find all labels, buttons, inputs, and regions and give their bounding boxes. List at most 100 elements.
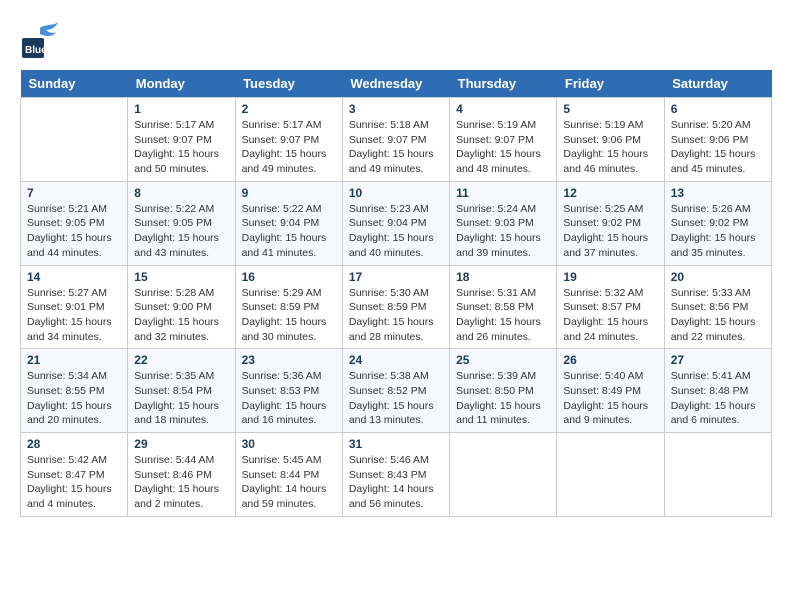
day-info: Sunrise: 5:41 AM Sunset: 8:48 PM Dayligh… [671,369,765,428]
day-info: Sunrise: 5:39 AM Sunset: 8:50 PM Dayligh… [456,369,550,428]
day-of-week-header: Friday [557,70,664,98]
day-info: Sunrise: 5:44 AM Sunset: 8:46 PM Dayligh… [134,453,228,512]
day-number: 25 [456,353,550,367]
day-number: 13 [671,186,765,200]
calendar-cell: 21 Sunrise: 5:34 AM Sunset: 8:55 PM Dayli… [21,349,128,433]
day-number: 23 [242,353,336,367]
calendar-cell: 7 Sunrise: 5:21 AM Sunset: 9:05 PM Daylig… [21,181,128,265]
calendar-cell: 26 Sunrise: 5:40 AM Sunset: 8:49 PM Dayli… [557,349,664,433]
day-number: 6 [671,102,765,116]
calendar-header-row: SundayMondayTuesdayWednesdayThursdayFrid… [21,70,772,98]
day-info: Sunrise: 5:24 AM Sunset: 9:03 PM Dayligh… [456,202,550,261]
day-number: 5 [563,102,657,116]
calendar-cell [21,98,128,182]
calendar-cell: 10 Sunrise: 5:23 AM Sunset: 9:04 PM Dayli… [342,181,449,265]
day-info: Sunrise: 5:28 AM Sunset: 9:00 PM Dayligh… [134,286,228,345]
calendar-week-row: 28 Sunrise: 5:42 AM Sunset: 8:47 PM Dayli… [21,433,772,517]
calendar-cell: 17Sunrise: 5:30 AM Sunset: 8:59 PM Dayli… [342,265,449,349]
day-number: 24 [349,353,443,367]
day-number: 15 [134,270,228,284]
calendar-cell: 3Sunrise: 5:18 AM Sunset: 9:07 PM Daylig… [342,98,449,182]
calendar-cell: 30 Sunrise: 5:45 AM Sunset: 8:44 PM Dayli… [235,433,342,517]
day-number: 4 [456,102,550,116]
calendar-cell [664,433,771,517]
day-info: Sunrise: 5:25 AM Sunset: 9:02 PM Dayligh… [563,202,657,261]
day-number: 2 [242,102,336,116]
day-number: 28 [27,437,121,451]
day-info: Sunrise: 5:42 AM Sunset: 8:47 PM Dayligh… [27,453,121,512]
day-info: Sunrise: 5:31 AM Sunset: 8:58 PM Dayligh… [456,286,550,345]
calendar-cell: 20Sunrise: 5:33 AM Sunset: 8:56 PM Dayli… [664,265,771,349]
calendar-cell: 6 Sunrise: 5:20 AM Sunset: 9:06 PM Daylig… [664,98,771,182]
day-info: Sunrise: 5:17 AM Sunset: 9:07 PM Dayligh… [242,118,336,177]
day-info: Sunrise: 5:45 AM Sunset: 8:44 PM Dayligh… [242,453,336,512]
day-number: 27 [671,353,765,367]
calendar-cell: 15 Sunrise: 5:28 AM Sunset: 9:00 PM Dayli… [128,265,235,349]
day-number: 26 [563,353,657,367]
day-info: Sunrise: 5:19 AM Sunset: 9:06 PM Dayligh… [563,118,657,177]
day-number: 18 [456,270,550,284]
day-number: 16 [242,270,336,284]
day-info: Sunrise: 5:22 AM Sunset: 9:04 PM Dayligh… [242,202,336,261]
day-number: 11 [456,186,550,200]
day-info: Sunrise: 5:27 AM Sunset: 9:01 PM Dayligh… [27,286,121,345]
day-of-week-header: Sunday [21,70,128,98]
calendar-cell: 29 Sunrise: 5:44 AM Sunset: 8:46 PM Dayli… [128,433,235,517]
day-number: 3 [349,102,443,116]
day-info: Sunrise: 5:34 AM Sunset: 8:55 PM Dayligh… [27,369,121,428]
calendar-week-row: 7 Sunrise: 5:21 AM Sunset: 9:05 PM Daylig… [21,181,772,265]
day-number: 19 [563,270,657,284]
calendar-cell: 25 Sunrise: 5:39 AM Sunset: 8:50 PM Dayli… [450,349,557,433]
calendar-week-row: 14 Sunrise: 5:27 AM Sunset: 9:01 PM Dayli… [21,265,772,349]
calendar-cell: 11 Sunrise: 5:24 AM Sunset: 9:03 PM Dayli… [450,181,557,265]
calendar-cell: 28 Sunrise: 5:42 AM Sunset: 8:47 PM Dayli… [21,433,128,517]
day-info: Sunrise: 5:38 AM Sunset: 8:52 PM Dayligh… [349,369,443,428]
day-info: Sunrise: 5:46 AM Sunset: 8:43 PM Dayligh… [349,453,443,512]
calendar-cell: 14 Sunrise: 5:27 AM Sunset: 9:01 PM Dayli… [21,265,128,349]
calendar-cell: 27 Sunrise: 5:41 AM Sunset: 8:48 PM Dayli… [664,349,771,433]
day-of-week-header: Thursday [450,70,557,98]
calendar-cell: 23 Sunrise: 5:36 AM Sunset: 8:53 PM Dayli… [235,349,342,433]
calendar-cell: 12 Sunrise: 5:25 AM Sunset: 9:02 PM Dayli… [557,181,664,265]
day-number: 12 [563,186,657,200]
day-info: Sunrise: 5:40 AM Sunset: 8:49 PM Dayligh… [563,369,657,428]
day-info: Sunrise: 5:20 AM Sunset: 9:06 PM Dayligh… [671,118,765,177]
calendar-cell: 19Sunrise: 5:32 AM Sunset: 8:57 PM Dayli… [557,265,664,349]
calendar-cell [557,433,664,517]
day-info: Sunrise: 5:21 AM Sunset: 9:05 PM Dayligh… [27,202,121,261]
day-of-week-header: Wednesday [342,70,449,98]
day-info: Sunrise: 5:22 AM Sunset: 9:05 PM Dayligh… [134,202,228,261]
calendar-cell: 13Sunrise: 5:26 AM Sunset: 9:02 PM Dayli… [664,181,771,265]
day-number: 30 [242,437,336,451]
day-number: 1 [134,102,228,116]
calendar-cell: 22 Sunrise: 5:35 AM Sunset: 8:54 PM Dayli… [128,349,235,433]
calendar-cell: 31Sunrise: 5:46 AM Sunset: 8:43 PM Dayli… [342,433,449,517]
day-number: 7 [27,186,121,200]
calendar-cell: 1Sunrise: 5:17 AM Sunset: 9:07 PM Daylig… [128,98,235,182]
day-number: 22 [134,353,228,367]
day-info: Sunrise: 5:36 AM Sunset: 8:53 PM Dayligh… [242,369,336,428]
calendar-cell: 4 Sunrise: 5:19 AM Sunset: 9:07 PM Daylig… [450,98,557,182]
calendar-cell: 8Sunrise: 5:22 AM Sunset: 9:05 PM Daylig… [128,181,235,265]
day-info: Sunrise: 5:19 AM Sunset: 9:07 PM Dayligh… [456,118,550,177]
calendar-table: SundayMondayTuesdayWednesdayThursdayFrid… [20,70,772,517]
logo-icon: Blue [20,20,60,60]
calendar-week-row: 21 Sunrise: 5:34 AM Sunset: 8:55 PM Dayli… [21,349,772,433]
day-number: 29 [134,437,228,451]
svg-text:Blue: Blue [25,45,47,56]
day-of-week-header: Tuesday [235,70,342,98]
day-info: Sunrise: 5:29 AM Sunset: 8:59 PM Dayligh… [242,286,336,345]
calendar-cell: 16 Sunrise: 5:29 AM Sunset: 8:59 PM Dayli… [235,265,342,349]
day-number: 14 [27,270,121,284]
day-number: 10 [349,186,443,200]
day-number: 9 [242,186,336,200]
day-info: Sunrise: 5:23 AM Sunset: 9:04 PM Dayligh… [349,202,443,261]
calendar-cell: 5 Sunrise: 5:19 AM Sunset: 9:06 PM Daylig… [557,98,664,182]
day-number: 21 [27,353,121,367]
day-info: Sunrise: 5:30 AM Sunset: 8:59 PM Dayligh… [349,286,443,345]
calendar-cell: 18 Sunrise: 5:31 AM Sunset: 8:58 PM Dayli… [450,265,557,349]
day-info: Sunrise: 5:35 AM Sunset: 8:54 PM Dayligh… [134,369,228,428]
calendar-week-row: 1 Sunrise: 5:17 AM Sunset: 9:07 PM Daylig… [21,98,772,182]
calendar-cell [450,433,557,517]
header: Blue [20,20,772,60]
